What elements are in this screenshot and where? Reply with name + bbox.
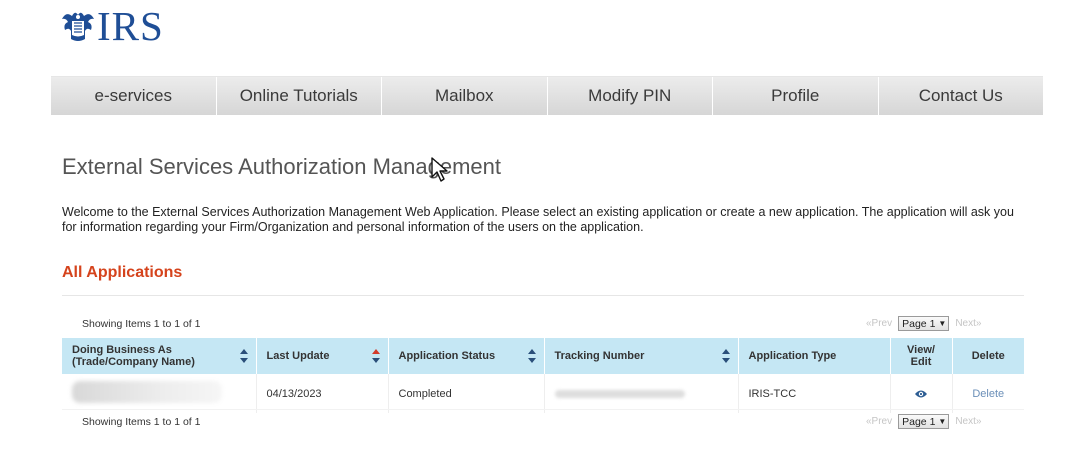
next-page-link[interactable]: Next» xyxy=(955,318,981,329)
section-divider xyxy=(62,295,1024,296)
prev-page-link[interactable]: «Prev xyxy=(866,318,892,329)
showing-items-bottom: Showing Items 1 to 1 of 1 xyxy=(82,416,201,428)
table-header-row: Doing Business As (Trade/Company Name) L… xyxy=(62,338,1024,374)
column-header-application-type: Application Type xyxy=(738,338,891,374)
intro-text: Welcome to the External Services Authori… xyxy=(62,205,1014,234)
table-bottom-divider xyxy=(62,409,1024,410)
page-select[interactable]: Page 1 ▼ xyxy=(898,316,950,331)
table-row: 04/13/2023 Completed IRIS-TCC Delete xyxy=(62,374,1024,413)
irs-logo[interactable]: IRS xyxy=(60,3,164,49)
mouse-cursor-icon xyxy=(431,157,448,182)
pager-top: «Prev Page 1 ▼ Next» xyxy=(866,316,981,331)
showing-items-top: Showing Items 1 to 1 of 1 xyxy=(82,318,201,330)
pager-bottom: «Prev Page 1 ▼ Next» xyxy=(866,414,981,429)
logo-text: IRS xyxy=(97,3,164,49)
column-header-label: Application Type xyxy=(748,350,837,362)
chevron-down-icon: ▼ xyxy=(938,319,947,328)
section-title: All Applications xyxy=(62,264,183,281)
cell-delete: Delete xyxy=(952,374,1024,413)
next-page-link[interactable]: Next» xyxy=(955,416,981,427)
column-header-delete: Delete xyxy=(952,338,1024,374)
column-header-label: Delete xyxy=(971,350,1005,362)
nav-item-mailbox[interactable]: Mailbox xyxy=(382,77,548,115)
sort-icon[interactable] xyxy=(721,349,730,363)
cell-status: Completed xyxy=(388,374,545,413)
column-header-view-edit: View/ Edit xyxy=(890,338,953,374)
column-header-tracking-number[interactable]: Tracking Number xyxy=(544,338,739,374)
nav-item-profile[interactable]: Profile xyxy=(713,77,879,115)
page-select[interactable]: Page 1 ▼ xyxy=(898,414,950,429)
column-header-label: Last Update xyxy=(266,350,330,362)
column-header-dba[interactable]: Doing Business As (Trade/Company Name) xyxy=(62,338,257,374)
cell-application-type: IRIS-TCC xyxy=(738,374,891,413)
column-header-label: Doing Business As (Trade/Company Name) xyxy=(72,344,195,368)
redacted-company-name xyxy=(72,381,222,403)
cell-dba-redacted xyxy=(62,374,257,413)
main-nav: e-services Online Tutorials Mailbox Modi… xyxy=(51,76,1043,115)
column-header-label: Tracking Number xyxy=(554,350,645,362)
delete-link[interactable]: Delete xyxy=(972,388,1004,400)
column-header-last-update[interactable]: Last Update xyxy=(256,338,389,374)
sort-icon[interactable] xyxy=(527,349,536,363)
nav-item-online-tutorials[interactable]: Online Tutorials xyxy=(217,77,382,115)
applications-table: Doing Business As (Trade/Company Name) L… xyxy=(62,338,1024,413)
nav-item-contact-us[interactable]: Contact Us xyxy=(879,77,1044,115)
column-header-status[interactable]: Application Status xyxy=(388,338,545,374)
sort-icon[interactable] xyxy=(239,349,248,363)
page-select-value: Page 1 xyxy=(902,317,936,330)
nav-item-modify-pin[interactable]: Modify PIN xyxy=(548,77,713,115)
cell-view-edit xyxy=(890,374,953,413)
cell-tracking-number-redacted xyxy=(544,374,739,413)
column-header-label: View/ Edit xyxy=(907,344,935,368)
page-select-value: Page 1 xyxy=(902,415,936,428)
sort-icon[interactable] xyxy=(371,349,380,363)
column-header-label: Application Status xyxy=(398,350,496,362)
eagle-emblem-icon xyxy=(62,12,94,41)
nav-item-e-services[interactable]: e-services xyxy=(51,77,217,115)
redacted-tracking-number xyxy=(554,389,685,398)
cell-last-update: 04/13/2023 xyxy=(256,374,389,413)
chevron-down-icon: ▼ xyxy=(938,417,947,426)
prev-page-link[interactable]: «Prev xyxy=(866,416,892,427)
eye-icon[interactable] xyxy=(914,389,928,399)
